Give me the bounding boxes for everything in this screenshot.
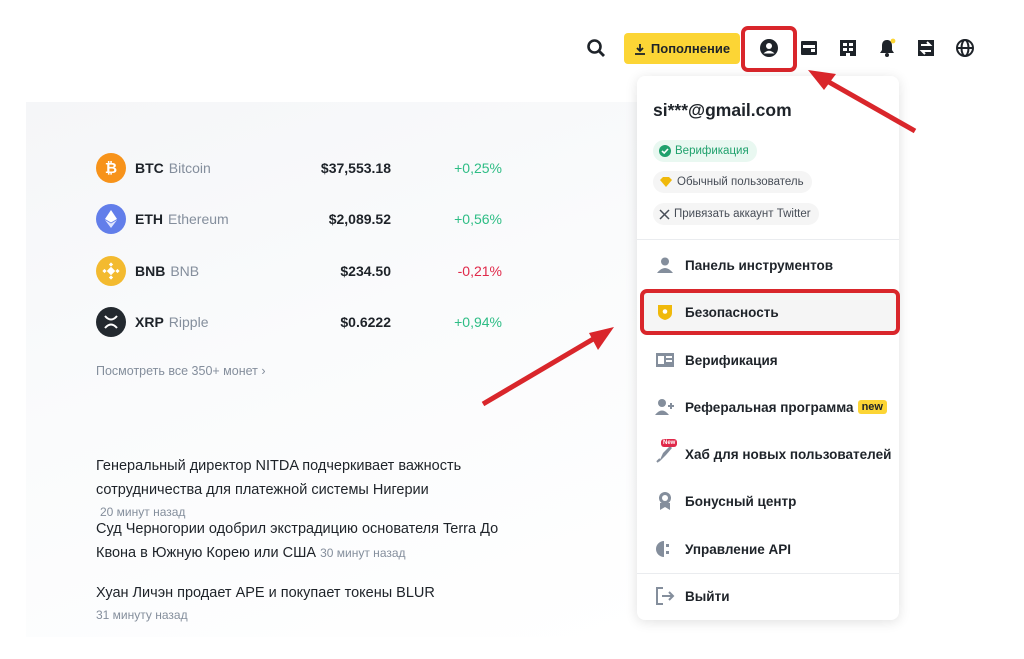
annotation-arrows xyxy=(481,70,917,407)
arrow-to-security xyxy=(481,327,614,407)
arrow-to-user-icon xyxy=(808,70,917,134)
